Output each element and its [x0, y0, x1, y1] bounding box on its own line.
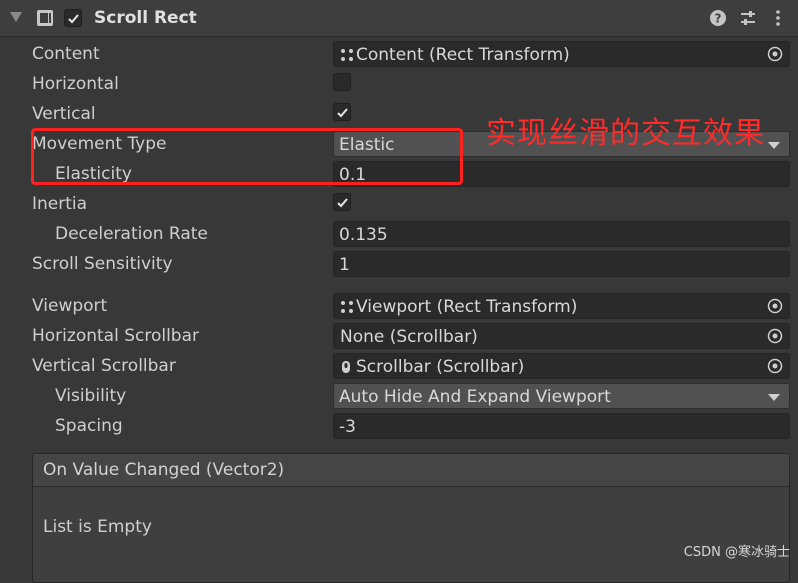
component-title: Scroll Rect — [94, 8, 197, 28]
deceleration-rate-value: 0.135 — [339, 225, 388, 245]
content-object-field[interactable]: Content (Rect Transform) — [333, 41, 790, 67]
visibility-dropdown[interactable]: Auto Hide And Expand Viewport — [333, 383, 790, 409]
rect-transform-icon — [341, 49, 353, 61]
object-picker-icon[interactable] — [767, 298, 783, 314]
more-icon[interactable] — [769, 9, 787, 27]
component-enabled-checkbox[interactable] — [64, 9, 82, 27]
horizontal-checkbox[interactable] — [333, 73, 351, 91]
event-title: On Value Changed (Vector2) — [43, 460, 285, 480]
help-icon[interactable]: ? — [709, 9, 727, 27]
dropdown-arrow-icon — [768, 142, 780, 149]
deceleration-rate-input[interactable]: 0.135 — [333, 221, 790, 247]
annotation-text: 实现丝滑的交互效果 — [486, 116, 765, 151]
watermark: CSDN @寒冰骑士 — [683, 545, 790, 560]
object-picker-icon[interactable] — [767, 46, 783, 62]
deceleration-rate-label: Deceleration Rate — [55, 224, 208, 244]
visibility-value: Auto Hide And Expand Viewport — [339, 387, 611, 407]
scroll-sensitivity-value: 1 — [339, 255, 350, 275]
scrollbar-icon — [342, 361, 350, 373]
scroll-sensitivity-input[interactable]: 1 — [333, 251, 790, 277]
scroll-sensitivity-label: Scroll Sensitivity — [32, 254, 173, 274]
viewport-label: Viewport — [32, 296, 108, 316]
vertical-checkbox[interactable] — [333, 103, 351, 121]
foldout-arrow-icon[interactable] — [10, 12, 22, 22]
event-header: On Value Changed (Vector2) — [33, 454, 789, 487]
viewport-object-field[interactable]: Viewport (Rect Transform) — [333, 293, 790, 319]
annotation-highlight-box — [31, 128, 463, 185]
horizontal-scrollbar-value: None (Scrollbar) — [340, 327, 478, 347]
spacing-value: -3 — [339, 417, 356, 437]
scroll-rect-component-icon — [36, 9, 54, 27]
visibility-label: Visibility — [55, 386, 127, 406]
spacing-label: Spacing — [55, 416, 123, 436]
svg-text:?: ? — [715, 12, 722, 26]
vertical-label: Vertical — [32, 104, 96, 124]
inertia-label: Inertia — [32, 194, 88, 214]
vertical-scrollbar-object-field[interactable]: Scrollbar (Scrollbar) — [333, 353, 790, 379]
vertical-scrollbar-value: Scrollbar (Scrollbar) — [356, 357, 525, 377]
spacing-input[interactable]: -3 — [333, 413, 790, 439]
inertia-checkbox[interactable] — [333, 193, 351, 211]
rect-transform-icon — [341, 301, 353, 313]
horizontal-scrollbar-label: Horizontal Scrollbar — [32, 326, 200, 346]
horizontal-label: Horizontal — [32, 74, 119, 94]
horizontal-scrollbar-object-field[interactable]: None (Scrollbar) — [333, 323, 790, 349]
object-picker-icon[interactable] — [767, 328, 783, 344]
event-empty-text: List is Empty — [43, 517, 152, 537]
object-picker-icon[interactable] — [767, 358, 783, 374]
viewport-value: Viewport (Rect Transform) — [356, 297, 578, 317]
dropdown-arrow-icon — [768, 394, 780, 401]
vertical-scrollbar-label: Vertical Scrollbar — [32, 356, 176, 376]
presets-icon[interactable] — [739, 9, 757, 27]
content-label: Content — [32, 44, 100, 64]
content-value: Content (Rect Transform) — [356, 45, 570, 65]
